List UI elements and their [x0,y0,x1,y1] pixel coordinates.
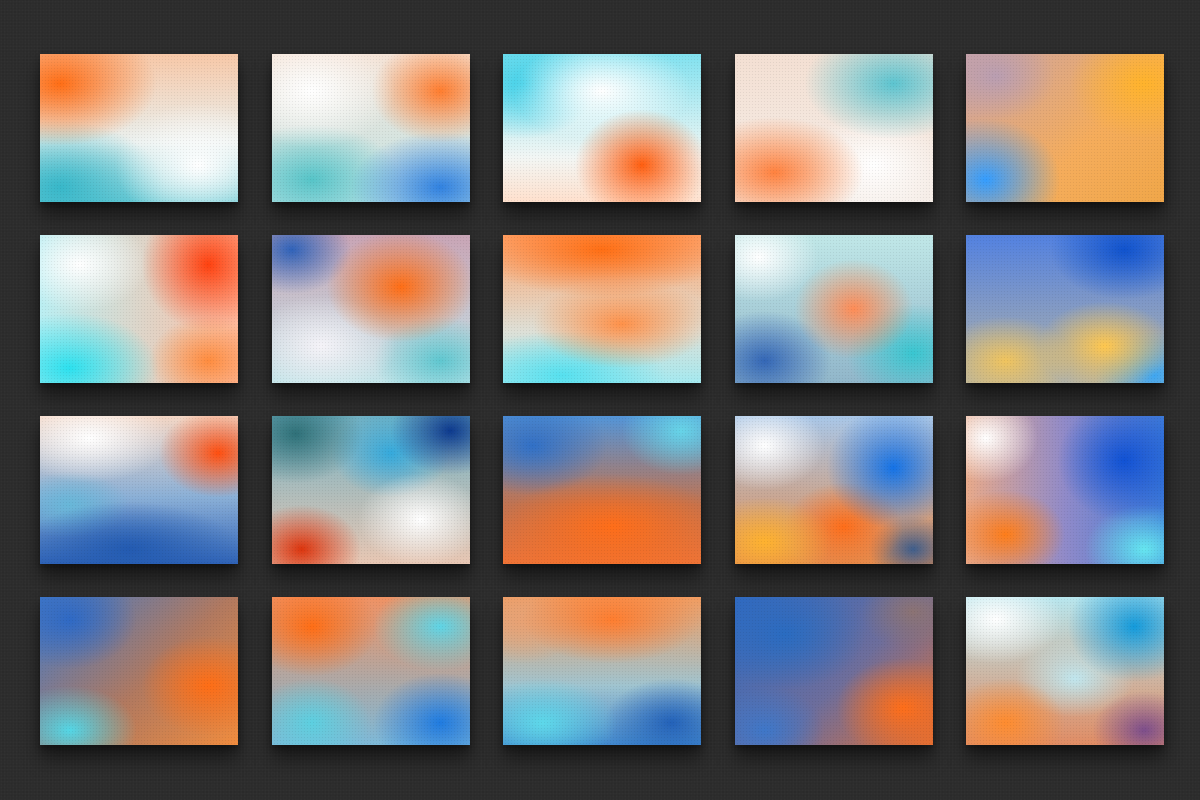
gradient-swatch-20 [966,597,1164,745]
gradient-swatch-11 [40,416,238,564]
gradient-swatch-2 [271,54,470,202]
gradient-swatch-16 [40,597,238,745]
gradient-swatch-3 [503,54,701,202]
gradient-swatch-10 [966,235,1164,383]
gradient-swatch-19 [734,597,933,745]
gradient-swatch-1 [40,54,238,202]
gradient-swatch-7 [271,235,470,383]
gradient-swatch-8 [503,235,701,383]
gradient-swatch-17 [271,597,470,745]
gradient-swatch-18 [503,597,701,745]
gradient-swatch-9 [734,235,933,383]
gradient-swatch-grid [40,54,1164,746]
gradient-swatch-4 [734,54,933,202]
gradient-swatch-6 [40,235,238,383]
gradient-swatch-12 [271,416,470,564]
gradient-swatch-5 [966,54,1164,202]
gradient-swatch-15 [966,416,1164,564]
gradient-swatch-13 [503,416,701,564]
gradient-swatch-14 [734,416,933,564]
